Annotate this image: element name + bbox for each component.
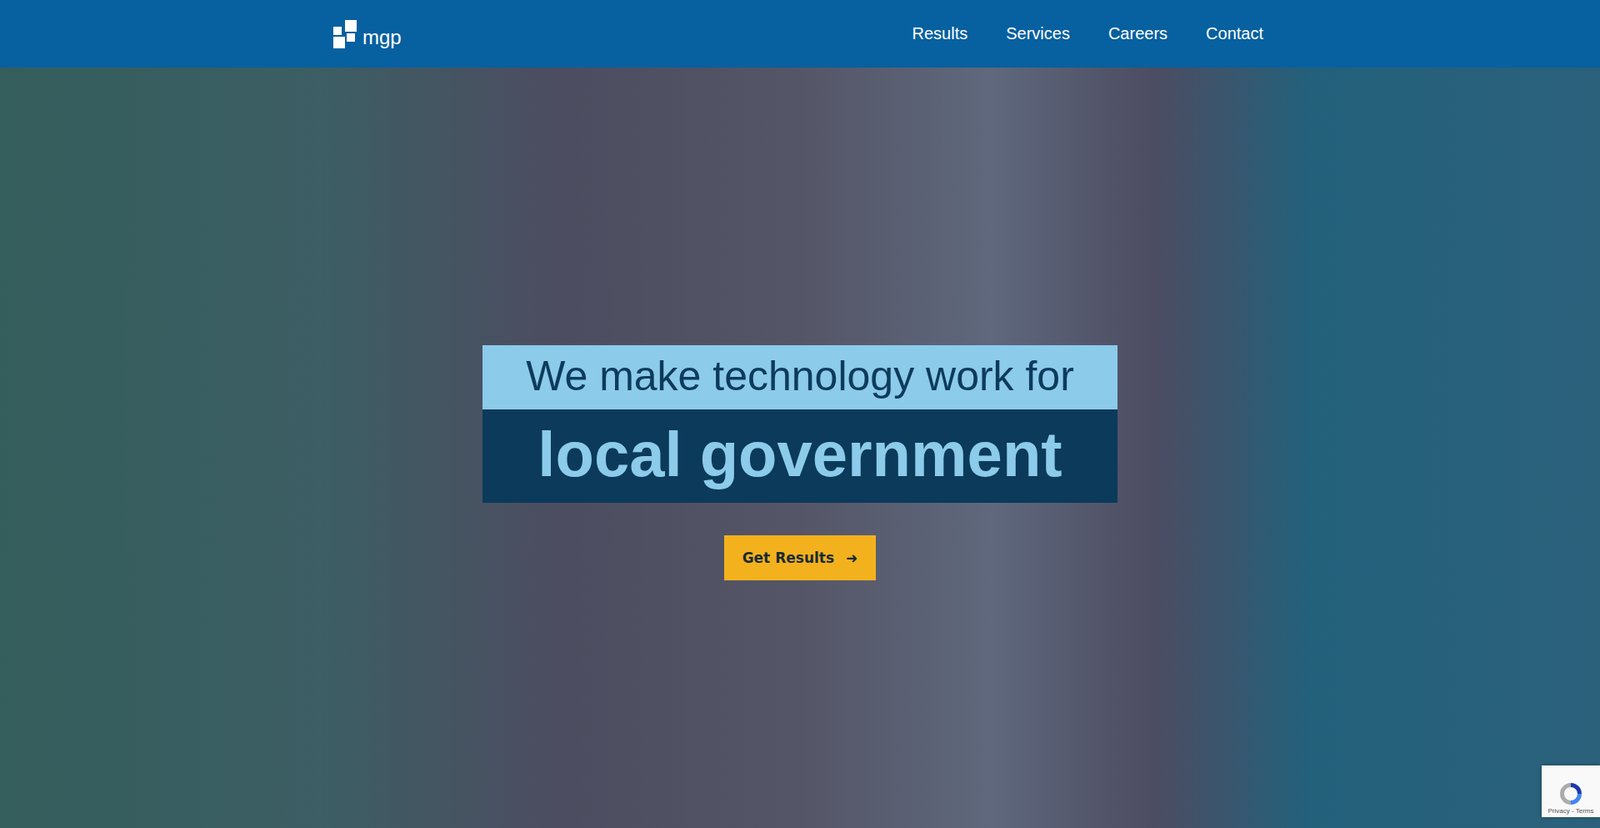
nav-item[interactable]: Results xyxy=(909,17,972,50)
recaptcha-badge[interactable]: Privacy - Terms xyxy=(1541,765,1600,817)
main-nav: Results Services Careers Contact xyxy=(909,17,1267,50)
button-label: Get Results xyxy=(742,549,835,566)
nav-item[interactable]: Contact xyxy=(1202,17,1267,50)
nav-item[interactable]: Services xyxy=(1002,17,1074,50)
arrow-icon: ➜ xyxy=(845,549,858,566)
logo-icon xyxy=(333,20,360,49)
headline-bottom: local government xyxy=(482,409,1118,503)
headline-top: We make technology work for xyxy=(482,345,1118,410)
header-inner: mgp Results Services Careers Contact xyxy=(333,0,1267,68)
nav-item[interactable]: Careers xyxy=(1105,17,1171,50)
logo-text: mgp xyxy=(362,27,402,49)
nav-label: Services xyxy=(1005,24,1070,43)
nav-label: Results xyxy=(912,24,969,43)
nav-label: Careers xyxy=(1108,24,1168,43)
recaptcha-links[interactable]: Privacy - Terms xyxy=(1548,806,1595,815)
logo[interactable]: mgp xyxy=(333,20,402,49)
nav-label: Contact xyxy=(1205,24,1264,43)
recaptcha-icon xyxy=(1557,780,1585,807)
get-results-button[interactable]: Get Results ➜ xyxy=(724,535,877,580)
site-header: mgp Results Services Careers Contact xyxy=(0,0,1600,68)
hero: We make technology work forlocal governm… xyxy=(0,67,1600,828)
